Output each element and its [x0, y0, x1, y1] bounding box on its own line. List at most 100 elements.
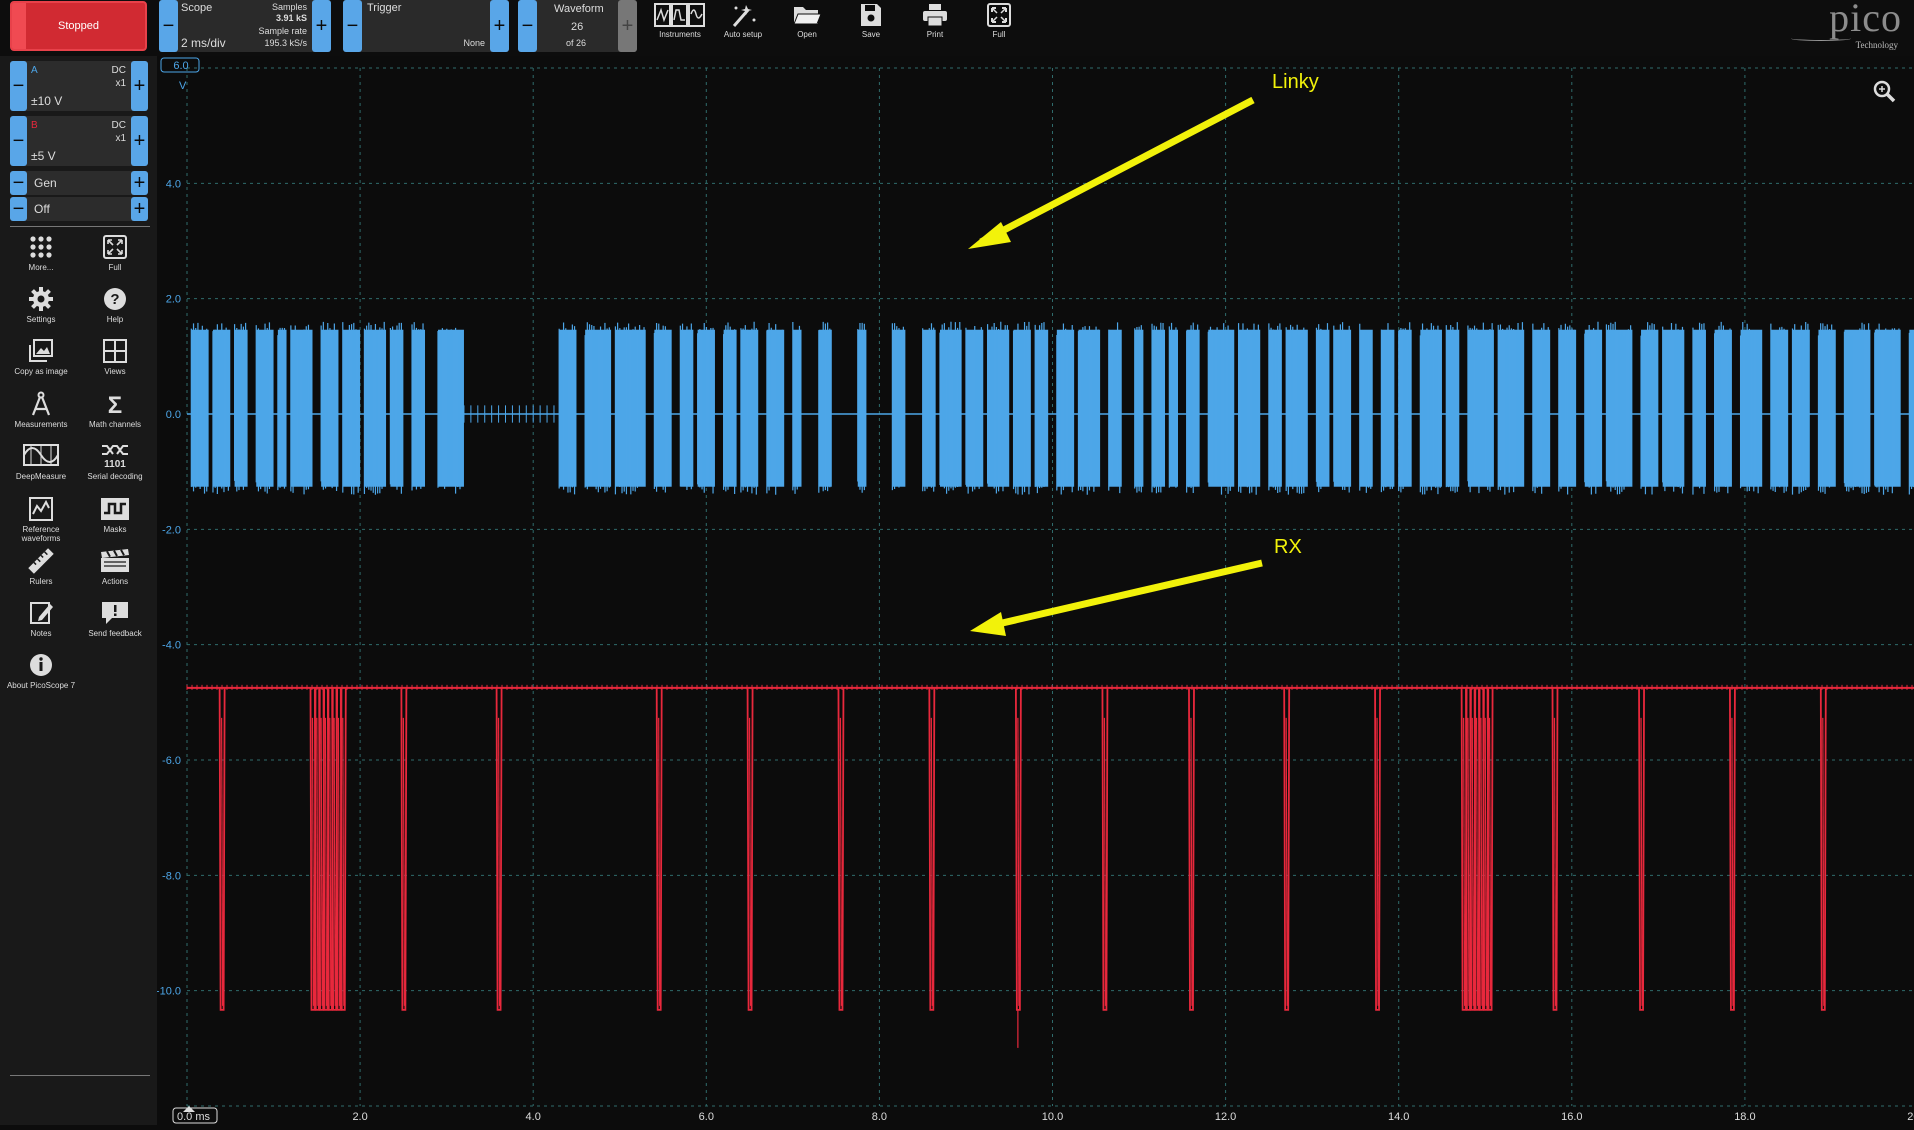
auto-setup-button[interactable]: Auto setup	[713, 0, 773, 52]
channel-a-trace	[187, 321, 1914, 495]
trigger-decrease-button[interactable]: −	[343, 0, 362, 52]
views-button[interactable]: Views	[79, 338, 151, 376]
waveform-total: of 26	[566, 38, 587, 48]
serial-decoding-button[interactable]: 1101 Serial decoding	[79, 443, 151, 481]
brand-tagline: Technology	[1855, 40, 1898, 50]
scope-graph[interactable]: 4.02.00.0-2.0-4.0-6.0-8.0-10.06.0V5.04.0…	[156, 56, 1914, 1125]
channel-b-edge	[1731, 717, 1734, 1006]
waveform-previous-button[interactable]: −	[518, 0, 537, 52]
help-button[interactable]: ? Help	[79, 286, 151, 324]
channel-b-range-increase[interactable]: +	[131, 116, 148, 166]
instruments-button[interactable]: Instruments	[650, 0, 710, 52]
channel-a-control[interactable]: − A DC x1 ±10 V +	[10, 61, 148, 111]
channel-b-edge	[402, 717, 405, 1006]
channel-b-edge	[497, 717, 501, 1006]
serial-decoding-label: Serial decoding	[87, 472, 143, 481]
annotation-rx-text: RX	[1274, 536, 1302, 558]
about-label: About PicoScope 7	[6, 681, 76, 690]
generator-decrease[interactable]: −	[10, 171, 27, 195]
signal-generator-control[interactable]: − Gen +	[10, 171, 148, 195]
channel-b-edge	[1471, 717, 1474, 1006]
channel-b-coupling[interactable]: DC	[112, 120, 126, 131]
channel-a-range-decrease[interactable]: −	[10, 61, 27, 111]
left-axis-tick: -4.0	[162, 640, 181, 652]
timebase-value[interactable]: 2 ms/div	[181, 36, 226, 50]
waveform-buffer-control: − Waveform 26 of 26 +	[518, 0, 637, 52]
measurements-button[interactable]: Measurements	[5, 391, 77, 429]
left-axis-tick: 2.0	[166, 294, 181, 306]
channel-b-edge	[311, 717, 315, 1006]
print-button[interactable]: Print	[905, 0, 965, 52]
samples-label: Samples	[271, 2, 307, 12]
more-dots-icon	[30, 236, 52, 258]
channel-b-probe[interactable]: x1	[115, 133, 126, 144]
waveform-current: 26	[571, 21, 584, 33]
channel-b-edge	[329, 717, 332, 1006]
annotation-linky: Linky	[968, 71, 1319, 249]
timebase-increase-button[interactable]: +	[312, 0, 331, 52]
settings-label: Settings	[26, 315, 56, 324]
notes-button[interactable]: Notes	[5, 600, 77, 638]
channel-b-edge	[1475, 717, 1479, 1006]
help-label: Help	[106, 315, 124, 324]
floppy-icon	[861, 4, 881, 26]
channel-b-edge	[342, 717, 345, 1006]
scope-view[interactable]: 4.02.00.0-2.0-4.0-6.0-8.0-10.06.0V5.04.0…	[156, 56, 1914, 1125]
time-axis-tick: 4.0	[526, 1111, 541, 1123]
sample-rate-value: 195.3 kS/s	[264, 38, 307, 48]
channel-a-probe[interactable]: x1	[115, 78, 126, 89]
copy-as-image-label: Copy as image	[14, 367, 68, 376]
channel-b-range-decrease[interactable]: −	[10, 116, 27, 166]
masks-button[interactable]: Masks	[79, 496, 151, 534]
channel-b-control[interactable]: − B DC x1 ±5 V +	[10, 116, 148, 166]
folder-icon	[793, 7, 822, 25]
time-axis-tick: 16.0	[1561, 1111, 1582, 1123]
mask-icon	[101, 498, 129, 520]
more-button[interactable]: More...	[5, 234, 77, 272]
magnifier-icon[interactable]	[1873, 80, 1896, 103]
channel-a-range[interactable]: ±10 V	[31, 94, 62, 108]
generator-output-decrease[interactable]: −	[10, 197, 27, 221]
full-label: Full	[992, 30, 1006, 39]
left-axis-top-value: 6.0	[173, 60, 188, 72]
channel-a-range-increase[interactable]: +	[131, 61, 148, 111]
timebase-decrease-button[interactable]: −	[159, 0, 178, 52]
auto-setup-label: Auto setup	[723, 30, 763, 39]
run-stop-button[interactable]: Stopped	[10, 1, 147, 51]
actions-button[interactable]: Actions	[79, 548, 151, 586]
full-view-label: Full	[108, 263, 122, 272]
full-screen-button[interactable]: Full	[969, 0, 1029, 52]
trigger-mode[interactable]: None	[463, 38, 485, 48]
about-button[interactable]: About PicoScope 7	[5, 652, 77, 690]
help-icon: ?	[104, 288, 126, 310]
notes-label: Notes	[30, 629, 52, 638]
reference-waveforms-button[interactable]: Reference waveforms	[5, 496, 77, 543]
settings-button[interactable]: Settings	[5, 286, 77, 324]
waveform-next-button[interactable]: +	[618, 0, 637, 52]
generator-output-control[interactable]: − Off +	[10, 197, 148, 221]
fullscreen-icon	[987, 3, 1011, 27]
channel-b-edge	[1822, 717, 1825, 1006]
rulers-button[interactable]: Rulers	[5, 548, 77, 586]
instruments-icon	[654, 3, 705, 27]
channel-b-range[interactable]: ±5 V	[31, 149, 56, 163]
full-view-button[interactable]: Full	[79, 234, 151, 272]
generator-increase[interactable]: +	[131, 171, 148, 195]
copy-as-image-button[interactable]: Copy as image	[5, 338, 77, 376]
scope-label: Scope	[181, 2, 213, 14]
channel-b-edge	[1190, 717, 1193, 1006]
channel-a-coupling[interactable]: DC	[112, 65, 126, 76]
actions-label: Actions	[101, 577, 129, 586]
save-button[interactable]: Save	[841, 0, 901, 52]
open-button[interactable]: Open	[777, 0, 837, 52]
time-axis-start: 0.0 ms	[177, 1111, 211, 1123]
logo-swoosh	[1791, 36, 1851, 41]
trigger-increase-button[interactable]: +	[490, 0, 509, 52]
send-feedback-button[interactable]: Send feedback	[79, 600, 151, 638]
deepmeasure-button[interactable]: DeepMeasure	[5, 443, 77, 481]
time-axis-tick: 8.0	[872, 1111, 887, 1123]
generator-output-increase[interactable]: +	[131, 197, 148, 221]
reference-waveforms-label: Reference waveforms	[21, 525, 61, 543]
time-axis-tick: 20.0	[1907, 1111, 1914, 1123]
math-channels-button[interactable]: Σ Math channels	[79, 391, 151, 429]
